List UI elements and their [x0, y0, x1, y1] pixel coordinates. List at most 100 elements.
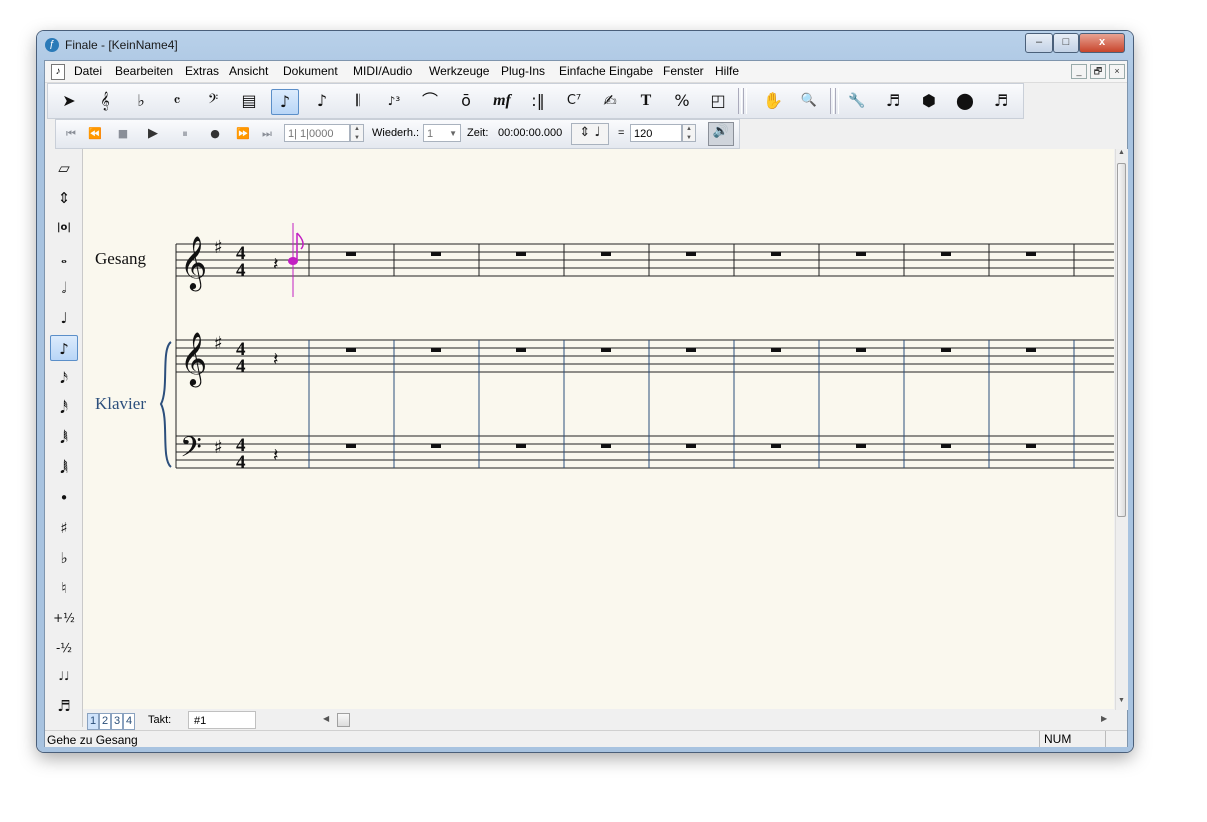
menu-plug-ins[interactable]: Plug-Ins [501, 64, 545, 78]
special-tools-icon[interactable]: 🔧 [844, 89, 870, 113]
half-note-icon[interactable]: 𝅗𝅥 [50, 275, 78, 301]
tuplet-tool-icon[interactable]: ♪³ [381, 89, 407, 113]
horizontal-scroll-thumb[interactable] [337, 713, 350, 727]
mdi-restore-button[interactable]: 🗗 [1090, 64, 1106, 79]
takt-input[interactable]: #1 [188, 711, 256, 729]
vertical-scroll-thumb[interactable] [1117, 163, 1126, 517]
selection-tool-icon[interactable]: ➤ [56, 89, 82, 113]
breve-icon[interactable]: |o| [50, 215, 78, 241]
tempo-input[interactable]: 120 [630, 124, 682, 142]
scroll-down-icon[interactable]: ▼ [1118, 697, 1125, 704]
piano-brace [159, 341, 172, 468]
page-tab-3[interactable]: 3 [111, 713, 123, 730]
vertical-scrollbar[interactable]: ▲ ▼ [1115, 149, 1128, 710]
repeat-tool-icon[interactable]: :‖ [525, 89, 551, 113]
simple-entry-tool-icon[interactable]: ♪ [271, 89, 299, 115]
half-step-up-icon[interactable]: +½ [50, 605, 78, 631]
page-tab-2[interactable]: 2 [99, 713, 111, 730]
staff-name-gesang[interactable]: Gesang [95, 249, 146, 269]
menu-hilfe[interactable]: Hilfe [715, 64, 739, 78]
ossia-tool-icon[interactable]: ♬ [988, 89, 1014, 113]
tuplet-icon[interactable]: ♬ [50, 693, 78, 719]
playback-settings-icon[interactable]: 🔊 [708, 122, 734, 146]
time-label: Zeit: [467, 127, 489, 139]
natural-icon[interactable]: ♮ [50, 575, 78, 601]
menu-dokument[interactable]: Dokument [283, 64, 338, 78]
tie-icon[interactable]: ♩♩ [50, 663, 78, 689]
thirty-second-note-icon[interactable]: 𝅘𝅥𝅰 [50, 395, 78, 421]
flat-icon[interactable]: ♭ [50, 545, 78, 571]
menu-werkzeuge[interactable]: Werkzeuge [429, 64, 489, 78]
hand-grabber-tool-icon[interactable]: ✋ [760, 89, 786, 113]
note-mover-tool-icon[interactable]: ⬢ [916, 89, 942, 113]
counter-spinner[interactable]: ▲ ▼ [350, 124, 364, 142]
half-step-down-icon[interactable]: -½ [50, 635, 78, 661]
pause-icon[interactable]: ⏸ [174, 125, 196, 143]
minimize-button[interactable]: – [1025, 33, 1053, 53]
tempo-unit-select[interactable]: ⇕ ♩ [571, 123, 609, 145]
menu-fenster[interactable]: Fenster [663, 64, 704, 78]
staff-name-klavier[interactable]: Klavier [95, 394, 146, 414]
eraser-icon[interactable]: ▱ [50, 155, 78, 181]
tempo-spinner[interactable]: ▲ ▼ [682, 124, 696, 142]
eighth-note-icon[interactable]: ♪ [50, 335, 78, 361]
quarter-note-icon[interactable]: ♩ [50, 305, 78, 331]
close-button[interactable]: x [1079, 33, 1125, 53]
position-counter[interactable]: 1| 1|0000 [284, 124, 350, 142]
graphics-tool-icon[interactable]: ◰ [705, 89, 731, 113]
page-tab-4[interactable]: 4 [123, 713, 135, 730]
tie-tool-icon[interactable]: ⇕ [50, 185, 78, 211]
mdi-minimize-button[interactable]: _ [1071, 64, 1087, 79]
menu-ansicht[interactable]: Ansicht [229, 64, 268, 78]
sharp-icon[interactable]: ♯ [50, 515, 78, 541]
menu-midi-audio[interactable]: MIDI/Audio [353, 64, 412, 78]
menu-datei[interactable]: Datei [74, 64, 102, 78]
scroll-right-icon[interactable]: ▶ [1101, 714, 1107, 723]
menu-einfache-eingabe[interactable]: Einfache Eingabe [559, 64, 653, 78]
stop-icon[interactable]: ■ [112, 125, 134, 143]
page-tab-1[interactable]: 1 [87, 713, 99, 730]
sixty-fourth-note-icon[interactable]: 𝅘𝅥𝅱 [50, 425, 78, 451]
speedy-entry-tool-icon[interactable]: ♪ [309, 89, 335, 113]
maximize-button[interactable]: □ [1053, 33, 1079, 53]
zoom-tool-icon[interactable]: 🔍 [796, 89, 822, 113]
lyrics-tool-icon[interactable]: ✍ [597, 89, 623, 113]
menu-bar: ♪ Datei Bearbeiten Extras Ansicht Dokume… [45, 61, 1127, 83]
text-tool-icon[interactable]: T [633, 89, 659, 113]
scroll-left-icon[interactable]: ◀ [323, 714, 329, 723]
hyperscribe-tool-icon[interactable]: 𝄃 [345, 89, 371, 113]
expression-tool-icon[interactable]: mf [489, 89, 515, 113]
mirror-tool-icon[interactable]: ♬ [880, 89, 906, 113]
chord-tool-icon[interactable]: C⁷ [561, 89, 587, 113]
fast-forward-icon[interactable]: ⏩ [232, 125, 254, 143]
play-icon[interactable]: ▶ [142, 125, 164, 143]
whole-note-icon[interactable]: 𝅝 [50, 245, 78, 271]
staff-tool-icon[interactable]: 𝄞 [92, 89, 118, 113]
document-icon[interactable]: ♪ [51, 64, 65, 80]
smart-shape-tool-icon[interactable]: ⌒ [417, 89, 443, 113]
128th-note-icon[interactable]: 𝅘𝅥𝅲 [50, 455, 78, 481]
simple-entry-palette: ▱ ⇕ |o| 𝅝 𝅗𝅥 ♩ ♪ 𝅘𝅥𝅯 𝅘𝅥𝅰 𝅘𝅥𝅱 𝅘𝅥𝅲 • ♯ ♭ ♮… [47, 149, 83, 727]
menu-bearbeiten[interactable]: Bearbeiten [115, 64, 173, 78]
record-icon[interactable]: ● [204, 125, 226, 143]
articulation-tool-icon[interactable]: ō [453, 89, 479, 113]
clef-tool-icon[interactable]: 𝄢 [200, 89, 226, 113]
horizontal-scrollbar[interactable]: ◀ ▶ [323, 713, 1113, 727]
resize-tool-icon[interactable]: % [669, 89, 695, 113]
midi-tool-icon[interactable]: ⬤ [952, 89, 978, 113]
repeat-select[interactable]: 1 ▼ [423, 124, 461, 142]
key-signature-tool-icon[interactable]: ♭ [128, 89, 154, 113]
client-area: ♪ Datei Bearbeiten Extras Ansicht Dokume… [44, 60, 1128, 747]
rewind-icon[interactable]: ⏪ [84, 125, 106, 143]
menu-extras[interactable]: Extras [185, 64, 219, 78]
mdi-close-button[interactable]: × [1109, 64, 1125, 79]
sixteenth-note-icon[interactable]: 𝅘𝅥𝅯 [50, 365, 78, 391]
forward-end-icon[interactable]: ⏭ [256, 125, 278, 143]
toolbar-separator [830, 88, 834, 114]
rewind-start-icon[interactable]: ⏮ [60, 125, 82, 143]
time-signature-tool-icon[interactable]: 𝄴 [164, 89, 190, 113]
score-canvas[interactable]: 𝄞 𝄞 𝄢 ♯ ♯ ♯ 4 4 4 4 4 4 𝄽 𝄽 𝄽 Gesang Kla… [83, 149, 1114, 709]
measure-tool-icon[interactable]: ▤ [236, 89, 262, 113]
scroll-up-icon[interactable]: ▲ [1118, 149, 1125, 156]
dot-icon[interactable]: • [50, 485, 78, 511]
